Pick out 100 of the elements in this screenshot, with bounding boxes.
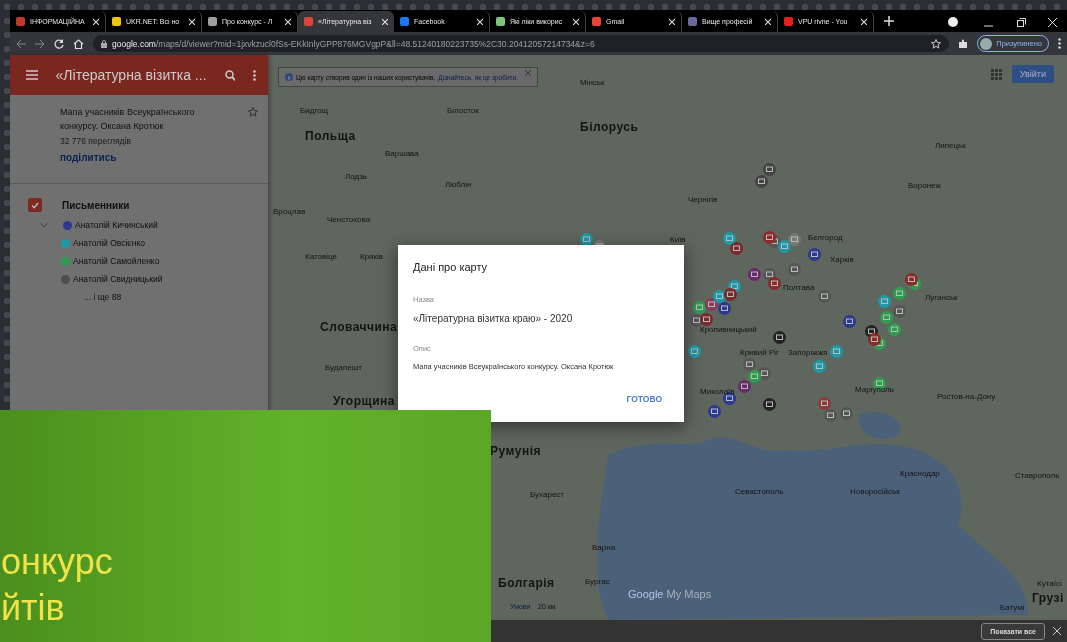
view-count: 32 776 переглядів <box>60 136 132 146</box>
search-icon[interactable] <box>224 69 236 81</box>
city-label: Ростов-на-Дону <box>937 392 996 401</box>
puzzle-icon[interactable] <box>958 38 969 49</box>
address-bar[interactable]: google.com/maps/d/viewer?mid=1jxvkzucl0fSs-EKkInlyGPP876MGVgpP&ll=48.51240180223735%2C30.20412057214734&z=6 <box>93 35 950 52</box>
map-marker-icon[interactable] <box>738 380 751 393</box>
forward-icon[interactable] <box>35 38 45 49</box>
city-label: Севастополь <box>735 487 784 496</box>
layer-name: Письменники <box>62 199 130 211</box>
city-label: Луганськ <box>925 293 958 302</box>
menu-icon[interactable] <box>26 70 38 80</box>
circle-icon[interactable] <box>948 17 958 27</box>
plus-icon[interactable] <box>884 16 894 26</box>
map-marker-icon[interactable] <box>748 268 761 281</box>
map-marker-icon[interactable] <box>773 331 786 344</box>
city-label: Воронеж <box>908 181 941 190</box>
city-label: Вроцлав <box>273 207 306 216</box>
city-label: Київ <box>670 235 686 244</box>
map-marker-icon[interactable] <box>893 287 906 300</box>
map-marker-icon[interactable] <box>743 358 756 371</box>
city-label: Харків <box>830 255 854 264</box>
layer-item[interactable]: Анатолій Овсієнко <box>28 238 268 248</box>
favicon-icon <box>688 17 697 26</box>
map-marker-icon[interactable] <box>818 397 831 410</box>
country-label: Білорусь <box>580 120 639 134</box>
city-label: Полтава <box>783 283 815 292</box>
restore-icon[interactable] <box>1017 18 1026 27</box>
map-marker-icon[interactable] <box>688 345 701 358</box>
city-label: Краків <box>360 252 384 261</box>
google-my-maps-logo: Google My Maps <box>628 588 712 600</box>
map-marker-icon[interactable] <box>723 232 736 245</box>
city-label: Миколаїв <box>700 387 735 396</box>
favicon-icon <box>496 17 505 26</box>
map-marker-icon[interactable] <box>893 305 906 318</box>
back-icon[interactable] <box>16 38 26 49</box>
map-marker-icon[interactable] <box>763 398 776 411</box>
more-icon[interactable] <box>253 69 256 81</box>
sign-in-button[interactable]: Увійти <box>1011 65 1054 83</box>
map-marker-icon[interactable] <box>724 288 737 301</box>
city-label: Кропивницький <box>700 325 757 334</box>
map-marker-icon[interactable] <box>700 313 713 326</box>
city-label: Новоросійськ <box>850 487 900 496</box>
map-marker-icon[interactable] <box>708 405 721 418</box>
info-icon <box>285 73 293 81</box>
map-marker-icon[interactable] <box>840 407 853 420</box>
city-label: Липецьк <box>935 141 966 150</box>
map-marker-icon[interactable] <box>580 233 593 246</box>
map-marker-icon[interactable] <box>905 273 918 286</box>
map-description: Мапа учасників Всеукраїнського конкурсу. Оксана Кротюк <box>60 106 196 133</box>
done-button[interactable]: ГОТОВО <box>620 393 668 405</box>
city-label: Бєлгород <box>808 233 843 242</box>
map-marker-icon[interactable] <box>788 263 801 276</box>
layer-checkbox[interactable] <box>28 198 42 212</box>
city-label: Ченстохова <box>327 215 371 224</box>
map-marker-icon[interactable] <box>723 392 736 405</box>
map-marker-icon[interactable] <box>868 333 881 346</box>
map-marker-icon[interactable] <box>788 233 801 246</box>
map-marker-icon[interactable] <box>878 295 891 308</box>
map-marker-icon[interactable] <box>730 242 743 255</box>
more-items[interactable]: ... і ще 88 <box>28 292 122 302</box>
layer-item[interactable]: Анатолій Кичинський <box>28 220 268 230</box>
map-marker-icon[interactable] <box>888 323 901 336</box>
map-marker-icon[interactable] <box>880 311 893 324</box>
map-marker-icon[interactable] <box>748 370 761 383</box>
favicon-icon <box>304 17 313 26</box>
city-label: Чернігів <box>688 195 718 204</box>
more-icon[interactable] <box>1058 38 1061 49</box>
star-icon[interactable] <box>248 107 258 117</box>
map-name: «Літературна візитка краю» - 2020 <box>413 313 574 324</box>
city-label: Варна <box>592 543 616 552</box>
country-label: Угорщина <box>333 394 395 408</box>
map-marker-icon[interactable] <box>778 240 791 253</box>
country-label: Болгарія <box>498 576 555 590</box>
city-label: Маріуполь <box>855 385 894 394</box>
city-label: Люблін <box>445 180 472 189</box>
country-label: Польща <box>305 129 356 143</box>
city-label: Бухарест <box>530 490 564 499</box>
map-marker-icon[interactable] <box>693 301 706 314</box>
city-label: Ставрополь <box>1015 471 1060 480</box>
layer-item[interactable]: Анатолій Свидницький <box>28 274 268 284</box>
map-marker-icon[interactable] <box>768 277 781 290</box>
map-marker-icon[interactable] <box>718 302 731 315</box>
map-marker-icon[interactable] <box>824 409 837 422</box>
city-label: Запоріжжя <box>788 348 828 357</box>
layer-item[interactable]: Анатолій Самойленко <box>28 256 268 266</box>
country-label: Румунія <box>490 444 541 458</box>
home-icon[interactable] <box>73 38 84 49</box>
city-label: Кривий Ріг <box>740 348 780 357</box>
map-marker-icon[interactable] <box>755 175 768 188</box>
map-marker-icon[interactable] <box>813 360 826 373</box>
reload-icon[interactable] <box>54 38 64 49</box>
lock-icon <box>101 39 107 48</box>
map-marker-icon[interactable] <box>830 345 843 358</box>
map-marker-icon[interactable] <box>763 231 776 244</box>
map-marker-icon[interactable] <box>808 248 821 261</box>
favicon-icon <box>400 17 409 26</box>
map-marker-icon[interactable] <box>843 315 856 328</box>
map-marker-icon[interactable] <box>818 290 831 303</box>
map-marker-icon[interactable] <box>763 163 776 176</box>
favicon-icon <box>784 17 793 26</box>
